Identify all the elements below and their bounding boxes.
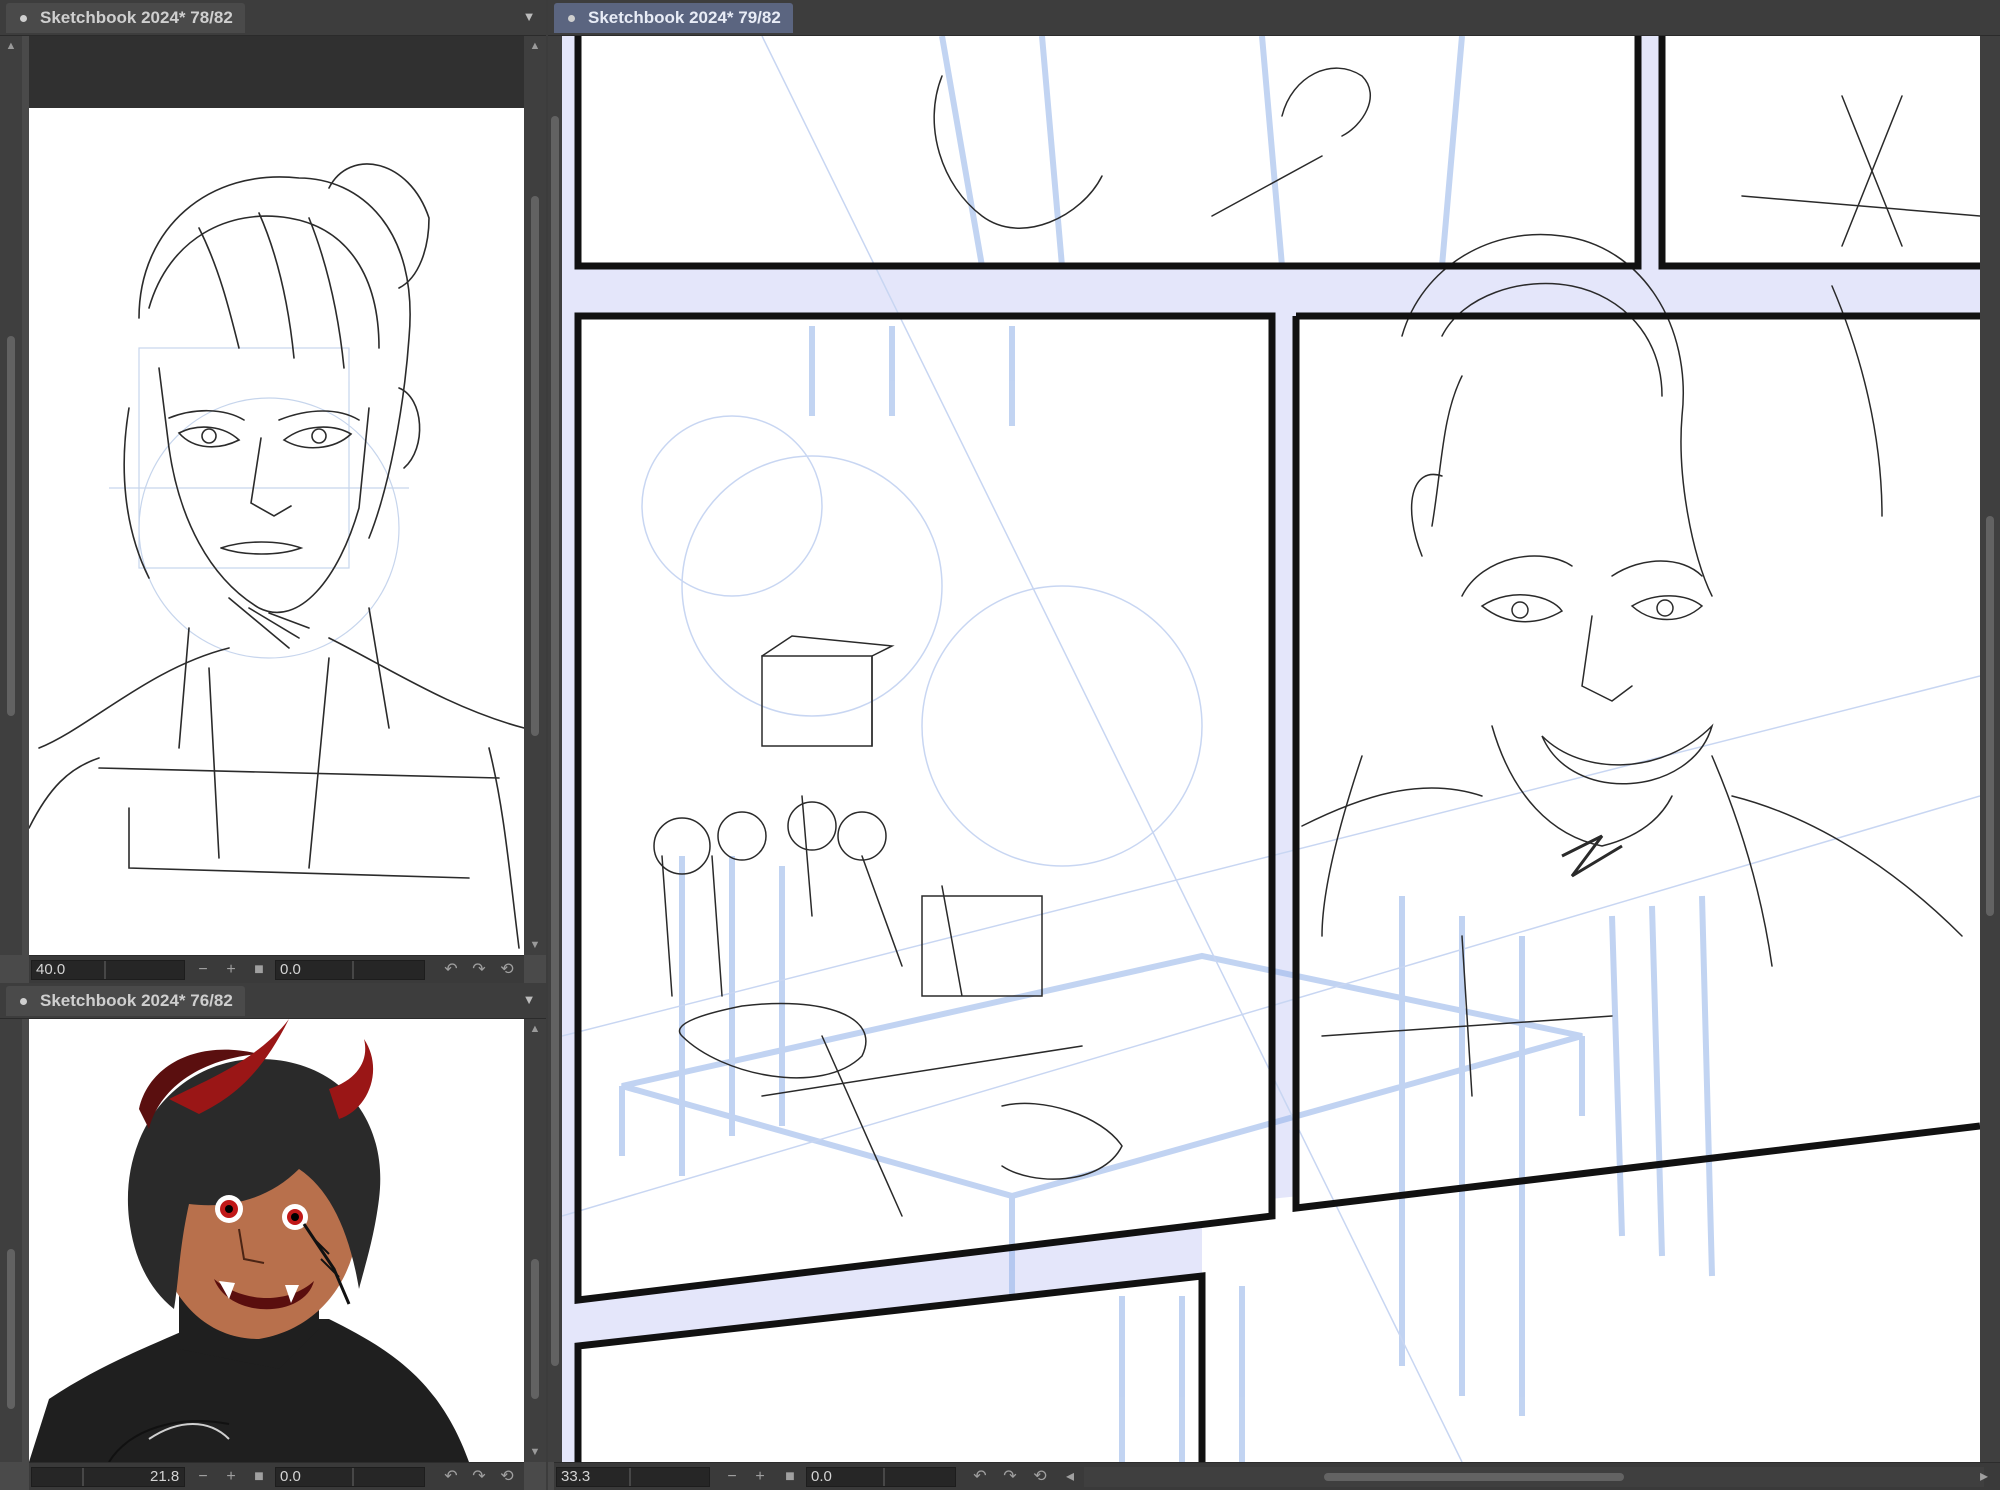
colored-character-illustration [29, 1019, 469, 1462]
reset-rotation-icon[interactable]: ⟲ [497, 960, 517, 980]
bullet-icon [20, 15, 27, 22]
rotate-right-icon[interactable]: ↷ [1000, 1467, 1020, 1487]
document-tab[interactable]: Sketchbook 2024* 78/82 [6, 3, 245, 33]
bullet-icon [568, 15, 575, 22]
reset-rotation-icon[interactable]: ⟲ [497, 1467, 517, 1487]
tab-bar: Sketchbook 2024* 79/82 [548, 0, 2000, 36]
scroll-right-icon[interactable]: ▸ [1974, 1467, 1994, 1487]
reset-rotation-icon[interactable]: ⟲ [1030, 1467, 1050, 1487]
rotation-field[interactable]: 0.0 [806, 1467, 956, 1487]
rotate-left-icon[interactable]: ↶ [970, 1467, 990, 1487]
rotate-left-icon[interactable]: ↶ [441, 1467, 461, 1487]
scroll-thumb[interactable] [551, 116, 559, 1366]
comic-page-canvas[interactable] [562, 36, 1980, 1462]
rotate-right-icon[interactable]: ↷ [469, 1467, 489, 1487]
horizontal-scrollbar[interactable] [1084, 1467, 1984, 1487]
rotation-value: 0.0 [280, 1468, 301, 1485]
plus-icon[interactable]: + [221, 960, 241, 980]
status-bar: 33.3 − + ■ 0.0 ↶ ↷ ⟲ ◂ ▸ [554, 1462, 2000, 1490]
square-icon[interactable]: ■ [249, 960, 269, 980]
sketch-canvas[interactable] [29, 1019, 524, 1462]
subview-main: Sketchbook 2024* 79/82 33.3 − + ■ 0.0 ↶ … [548, 0, 2000, 1490]
scroll-thumb[interactable] [1986, 516, 1994, 916]
vertical-scrollbar-right[interactable]: ▲ ▼ [524, 1019, 546, 1462]
scroll-down-icon[interactable]: ▼ [524, 1442, 546, 1462]
plus-icon[interactable]: + [750, 1467, 770, 1487]
status-bar: 40.0 − + ■ 0.0 ↶ ↷ ⟲ [29, 955, 524, 983]
rotation-value: 0.0 [811, 1468, 832, 1485]
sketch-canvas[interactable] [29, 108, 524, 955]
document-tab-title: Sketchbook 2024* 78/82 [40, 8, 233, 27]
minus-icon[interactable]: − [193, 1467, 213, 1487]
zoom-value: 40.0 [36, 961, 66, 978]
status-bar: 21.8 − + ■ 0.0 ↶ ↷ ⟲ [29, 1462, 524, 1490]
vertical-scrollbar-left[interactable]: ▲ [0, 36, 22, 955]
document-tab-title: Sketchbook 2024* 79/82 [588, 8, 781, 27]
plus-icon[interactable]: + [221, 1467, 241, 1487]
minus-icon[interactable]: − [193, 960, 213, 980]
minus-icon[interactable]: − [722, 1467, 742, 1487]
scroll-down-icon[interactable]: ▼ [524, 935, 546, 955]
square-icon[interactable]: ■ [249, 1467, 269, 1487]
square-icon[interactable]: ■ [780, 1467, 800, 1487]
rotation-field[interactable]: 0.0 [275, 1467, 425, 1487]
vertical-scrollbar-right[interactable] [1980, 36, 2000, 1462]
scroll-left-icon[interactable]: ◂ [1060, 1467, 1080, 1487]
rotate-left-icon[interactable]: ↶ [441, 960, 461, 980]
scroll-up-icon[interactable]: ▲ [524, 1019, 546, 1039]
zoom-field[interactable]: 21.8 [31, 1467, 185, 1487]
scroll-thumb[interactable] [531, 1259, 539, 1399]
scroll-thumb[interactable] [7, 336, 15, 716]
bullet-icon [20, 998, 27, 1005]
zoom-value: 21.8 [150, 1468, 180, 1485]
canvas-overflow-area [29, 36, 524, 108]
scroll-thumb[interactable] [7, 1249, 15, 1409]
document-tab[interactable]: Sketchbook 2024* 79/82 [554, 3, 793, 33]
chevron-down-icon[interactable]: ▼ [520, 8, 538, 26]
tab-bar: Sketchbook 2024* 76/82 ▼ [0, 983, 546, 1019]
scroll-thumb[interactable] [531, 196, 539, 736]
vertical-scrollbar-right[interactable]: ▲ ▼ [524, 36, 546, 955]
document-tab-title: Sketchbook 2024* 76/82 [40, 991, 233, 1010]
comic-page-sketch [562, 36, 1980, 1462]
rotation-field[interactable]: 0.0 [275, 960, 425, 980]
zoom-field[interactable]: 33.3 [556, 1467, 710, 1487]
vertical-scrollbar-left[interactable] [548, 36, 562, 1462]
scroll-up-icon[interactable]: ▲ [524, 36, 546, 56]
subview-top-left: Sketchbook 2024* 78/82 ▼ ▲ ▲ ▼ 40.0 − + … [0, 0, 546, 983]
scroll-up-icon[interactable]: ▲ [0, 36, 22, 56]
chevron-down-icon[interactable]: ▼ [520, 991, 538, 1009]
subview-bottom-left: Sketchbook 2024* 76/82 ▼ ▲ ▼ 21.8 − + ■ … [0, 983, 546, 1490]
portrait-sketch [29, 163, 524, 949]
vertical-scrollbar-left[interactable] [0, 1019, 22, 1462]
zoom-field[interactable]: 40.0 [31, 960, 185, 980]
rotate-right-icon[interactable]: ↷ [469, 960, 489, 980]
document-tab[interactable]: Sketchbook 2024* 76/82 [6, 986, 245, 1016]
zoom-value: 33.3 [561, 1468, 591, 1485]
rotation-value: 0.0 [280, 961, 301, 978]
scroll-thumb[interactable] [1324, 1473, 1624, 1481]
tab-bar: Sketchbook 2024* 78/82 ▼ [0, 0, 546, 36]
